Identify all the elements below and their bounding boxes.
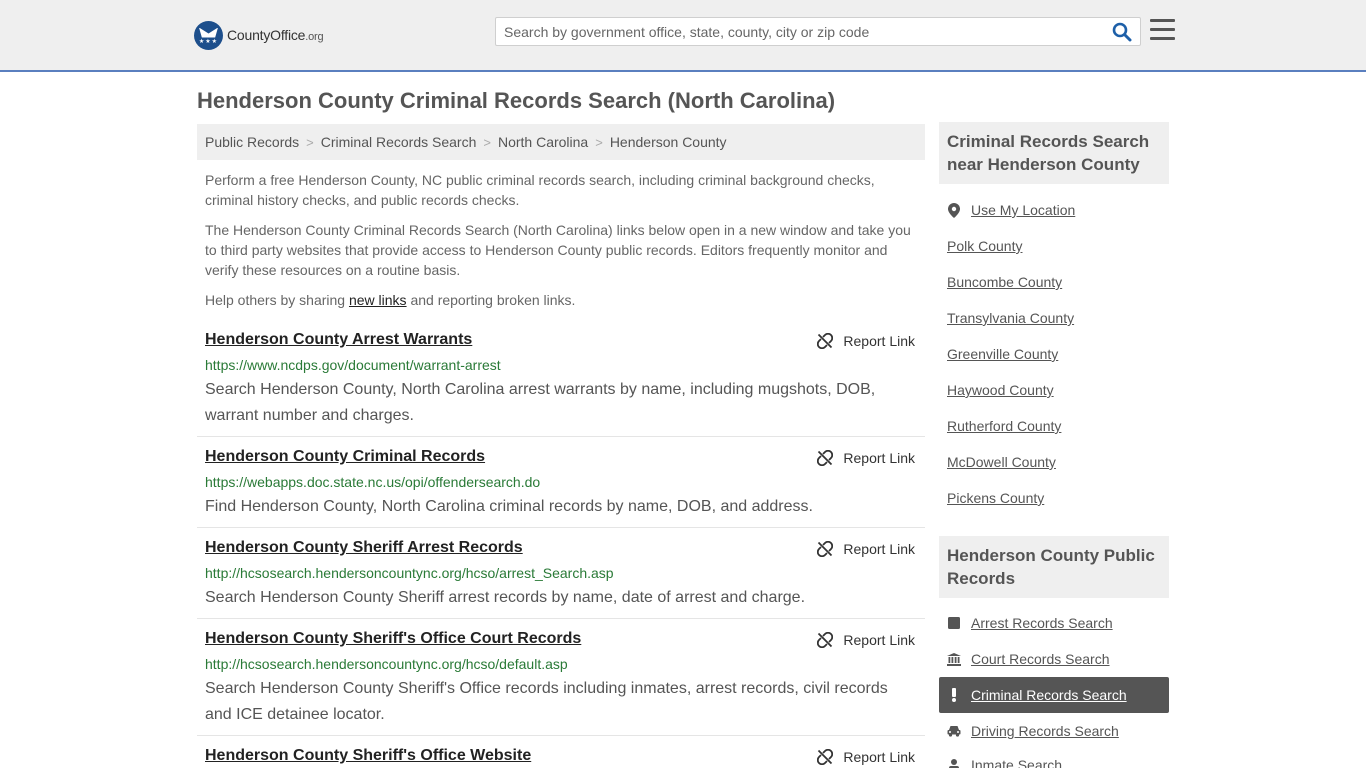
report-link-button[interactable]: Report Link bbox=[817, 539, 915, 559]
nearby-county-link[interactable]: Haywood County bbox=[947, 382, 1054, 398]
breadcrumb: Public Records > Criminal Records Search… bbox=[197, 124, 925, 160]
broken-link-icon bbox=[817, 749, 834, 765]
listing-item: Henderson County Arrest Warrants Report … bbox=[197, 331, 925, 437]
hamburger-menu-icon[interactable] bbox=[1150, 19, 1175, 41]
listing-description: Find Henderson County, North Carolina cr… bbox=[205, 498, 813, 515]
listing-title-link[interactable]: Henderson County Sheriff's Office Court … bbox=[205, 630, 581, 648]
map-pin-icon bbox=[947, 202, 961, 218]
broken-link-icon bbox=[817, 541, 834, 557]
breadcrumb-henderson-county[interactable]: Henderson County bbox=[610, 134, 727, 150]
driving-records-search-link[interactable]: Driving Records Search bbox=[947, 723, 1119, 739]
chevron-right-icon: > bbox=[306, 134, 314, 150]
listing-item: Henderson County Criminal Records Report… bbox=[197, 448, 925, 528]
broken-link-icon bbox=[817, 450, 834, 466]
new-links-link[interactable]: new links bbox=[349, 292, 407, 308]
use-my-location-link[interactable]: Use My Location bbox=[947, 202, 1075, 218]
intro-paragraph-1: Perform a free Henderson County, NC publ… bbox=[205, 172, 875, 208]
listing-title-link[interactable]: Henderson County Arrest Warrants bbox=[205, 331, 472, 349]
public-records-heading: Henderson County Public Records bbox=[939, 536, 1169, 598]
chevron-right-icon: > bbox=[595, 134, 603, 150]
intro-paragraph-3: Help others by sharing new links and rep… bbox=[205, 292, 576, 308]
page-title: Henderson County Criminal Records Search… bbox=[197, 88, 836, 113]
listing-description: Search Henderson County, North Carolina … bbox=[205, 381, 876, 424]
listing-item: Henderson County Sheriff's Office Court … bbox=[197, 630, 925, 736]
car-icon bbox=[947, 724, 961, 738]
eagle-seal-icon: ★★★ bbox=[194, 20, 223, 50]
chevron-right-icon: > bbox=[483, 134, 491, 150]
intro-paragraph-2: The Henderson County Criminal Records Se… bbox=[205, 222, 911, 278]
report-link-button[interactable]: Report Link bbox=[817, 331, 915, 351]
search-bar bbox=[495, 17, 1141, 46]
report-link-button[interactable]: Report Link bbox=[817, 630, 915, 650]
search-icon[interactable] bbox=[1112, 22, 1134, 42]
search-input[interactable] bbox=[496, 18, 1096, 45]
breadcrumb-public-records[interactable]: Public Records bbox=[205, 134, 299, 150]
logo-text: CountyOffice.org bbox=[227, 27, 324, 43]
breadcrumb-north-carolina[interactable]: North Carolina bbox=[498, 134, 588, 150]
listing-description: Search Henderson County Sheriff's Office… bbox=[205, 680, 888, 723]
nearby-heading: Criminal Records Search near Henderson C… bbox=[939, 122, 1169, 184]
court-records-search-link[interactable]: Court Records Search bbox=[947, 651, 1110, 667]
nearby-county-link[interactable]: Rutherford County bbox=[947, 418, 1061, 434]
broken-link-icon bbox=[817, 333, 834, 349]
listing-title-link[interactable]: Henderson County Sheriff's Office Websit… bbox=[205, 747, 531, 765]
nearby-county-link[interactable]: Greenville County bbox=[947, 346, 1058, 362]
nearby-county-link[interactable]: Buncombe County bbox=[947, 274, 1062, 290]
listing-description: Search Henderson County Sheriff arrest r… bbox=[205, 589, 806, 606]
report-link-button[interactable]: Report Link bbox=[817, 448, 915, 468]
listing-item: Henderson County Sheriff's Office Websit… bbox=[197, 747, 925, 768]
listing-title-link[interactable]: Henderson County Criminal Records bbox=[205, 448, 485, 466]
listing-url: http://hcsosearch.hendersoncountync.org/… bbox=[205, 656, 568, 672]
exclamation-icon bbox=[947, 688, 961, 702]
arrest-records-search-link[interactable]: Arrest Records Search bbox=[947, 615, 1113, 631]
inmate-icon bbox=[947, 758, 961, 768]
nearby-county-link[interactable]: Transylvania County bbox=[947, 310, 1074, 326]
listing-title-link[interactable]: Henderson County Sheriff Arrest Records bbox=[205, 539, 523, 557]
listing-item: Henderson County Sheriff Arrest Records … bbox=[197, 539, 925, 619]
criminal-records-search-active-item[interactable]: Criminal Records Search bbox=[939, 677, 1169, 713]
listing-url: https://www.ncdps.gov/document/warrant-a… bbox=[205, 357, 501, 373]
report-link-button[interactable]: Report Link bbox=[817, 747, 915, 767]
square-icon bbox=[947, 616, 961, 630]
courthouse-icon bbox=[947, 652, 961, 666]
site-logo[interactable]: ★★★ CountyOffice.org bbox=[194, 20, 324, 50]
site-header: ★★★ CountyOffice.org bbox=[0, 0, 1366, 72]
broken-link-icon bbox=[817, 632, 834, 648]
nearby-county-link[interactable]: Pickens County bbox=[947, 490, 1044, 506]
inmate-search-link[interactable]: Inmate Search bbox=[947, 757, 1062, 768]
listing-url: http://hcsosearch.hendersoncountync.org/… bbox=[205, 565, 614, 581]
breadcrumb-criminal-records-search[interactable]: Criminal Records Search bbox=[321, 134, 477, 150]
nearby-county-link[interactable]: McDowell County bbox=[947, 454, 1056, 470]
criminal-records-search-link[interactable]: Criminal Records Search bbox=[947, 687, 1127, 703]
nearby-county-link[interactable]: Polk County bbox=[947, 238, 1022, 254]
listing-url: https://webapps.doc.state.nc.us/opi/offe… bbox=[205, 474, 541, 490]
